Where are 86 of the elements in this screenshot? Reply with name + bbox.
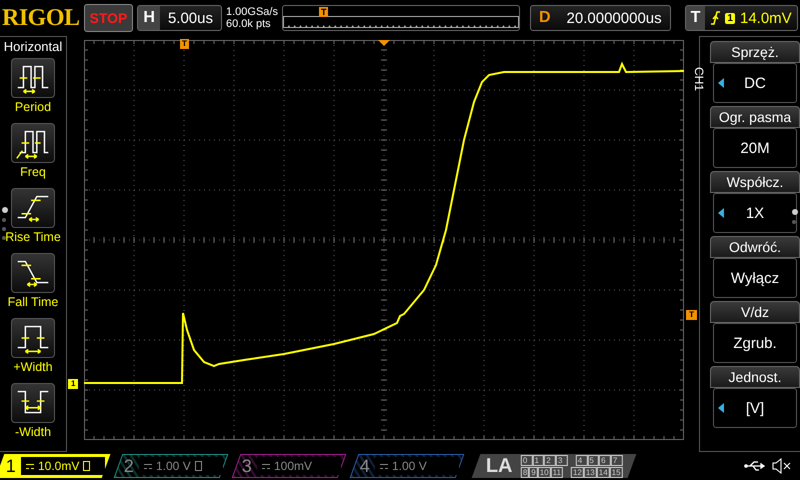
dc-coupling-icon	[380, 464, 388, 468]
channel-scale: 10.0mV	[38, 459, 80, 473]
delay-label: D	[538, 9, 552, 27]
digital-channel-label: 14	[596, 466, 610, 478]
dc-coupling-icon	[26, 464, 34, 468]
menu-title: Horizontal	[4, 39, 62, 54]
menu-option-value[interactable]: Zgrub.	[713, 323, 797, 363]
channel-tab[interactable]: 1 10.0mV	[0, 454, 110, 478]
digital-channel-label: 12	[570, 466, 584, 478]
usb-icon	[744, 460, 766, 472]
trigger-position-marker: T	[318, 7, 328, 17]
digital-channel-label: 13	[584, 466, 597, 478]
timebase-box[interactable]: H 5.00us	[137, 5, 222, 31]
digital-channel-label: 1	[532, 454, 544, 466]
page-dot[interactable]	[2, 218, 6, 222]
menu-option-title: Współcz.	[710, 171, 800, 193]
delay-value: 20.0000000us	[566, 10, 663, 26]
menu-option-title: Ogr. pasma	[710, 106, 800, 128]
digital-channel-label: 2	[544, 454, 556, 466]
measure-button[interactable]	[10, 188, 55, 228]
menu-option-value[interactable]: 1X	[713, 193, 797, 233]
speaker-muted-icon	[772, 458, 792, 474]
digital-channel-label: 7	[610, 454, 622, 466]
measure-button[interactable]	[11, 318, 55, 358]
measure-label: Period	[14, 100, 52, 114]
measure-label: Rise Time	[5, 230, 61, 244]
channel-number: 1	[4, 456, 17, 476]
digital-channel-label: 5	[587, 454, 599, 466]
menu-option-title: Jednost.	[710, 366, 800, 388]
brand-logo: RIGOL	[2, 4, 80, 32]
trigger-level-marker[interactable]: T	[686, 310, 697, 320]
trigger-box[interactable]: T 1 14.0mV	[684, 5, 798, 31]
channel-number: 2	[122, 456, 135, 476]
digital-channel-label: 15	[610, 466, 622, 478]
delay-marker-icon[interactable]	[378, 40, 390, 46]
digital-channel-label: 4	[576, 454, 588, 466]
trigger-level: 14.0mV	[740, 10, 792, 26]
digital-channel-label: 10	[538, 466, 550, 478]
digital-channel-label: 0	[520, 454, 532, 466]
digital-channel-label: 11	[550, 466, 563, 478]
page-dot[interactable]	[2, 207, 8, 213]
trigger-label: T	[686, 6, 706, 30]
digital-channel-label: 6	[598, 454, 611, 466]
channel-number: 3	[240, 456, 253, 476]
measure-button[interactable]	[11, 383, 55, 423]
measure-label: Fall Time	[8, 295, 58, 309]
measure-label: Freq	[20, 165, 46, 179]
timebase-value: 5.00us	[166, 10, 214, 26]
page-dot[interactable]	[2, 236, 6, 240]
trigger-position-marker[interactable]: T	[180, 39, 189, 49]
timebase-label: H	[138, 6, 160, 30]
logic-analyzer-label: LA	[486, 454, 513, 478]
menu-option-title: Sprzęż.	[710, 41, 800, 63]
channel-scale: 1.00 V	[392, 459, 427, 473]
digital-channel-label: 3	[556, 454, 568, 466]
sample-rate: 1.00GSa/s	[226, 6, 278, 18]
rising-edge-icon	[710, 11, 720, 25]
delay-box[interactable]: D 20.0000000us	[530, 5, 671, 31]
measure-button[interactable]	[10, 253, 55, 293]
channel-scale: 1.00 V	[156, 459, 191, 473]
channel-marker[interactable]: 1	[68, 379, 78, 389]
memory-depth: 60.0k pts	[226, 18, 272, 30]
menu-option-value[interactable]: Wyłącz	[713, 258, 797, 298]
digital-channel-label: 8	[520, 466, 530, 478]
channel-scale: 100mV	[274, 459, 312, 473]
channel-label: CH1	[692, 67, 706, 92]
menu-option-value[interactable]: 20M	[713, 128, 797, 168]
measure-button[interactable]	[11, 123, 55, 163]
menu-option-title: Odwróć.	[710, 236, 800, 258]
measure-label: +Width	[13, 360, 53, 374]
channel-tab[interactable]: 3 100mV	[232, 454, 346, 478]
page-dot[interactable]	[792, 220, 796, 224]
trigger-source-badge: 1	[725, 12, 735, 24]
channel-number: 4	[358, 456, 371, 476]
page-dot[interactable]	[2, 227, 6, 231]
menu-option-title: V/dz	[710, 301, 800, 323]
digital-channel-label: 9	[529, 466, 538, 478]
measure-label: -Width	[14, 425, 52, 439]
channel-tab[interactable]: 4 1.00 V	[350, 454, 464, 478]
menu-option-value[interactable]: DC	[713, 63, 797, 103]
menu-option-value[interactable]: [V]	[713, 388, 797, 428]
logic-analyzer-tab[interactable]: LA 0 1 2 3 4 5 6 7 8 9 10 11 12 13 14 15	[472, 454, 637, 478]
channel-tab[interactable]: 2 1.00 V	[114, 454, 228, 478]
measure-button[interactable]	[11, 58, 55, 98]
dc-coupling-icon	[144, 464, 152, 468]
dc-coupling-icon	[262, 464, 270, 468]
